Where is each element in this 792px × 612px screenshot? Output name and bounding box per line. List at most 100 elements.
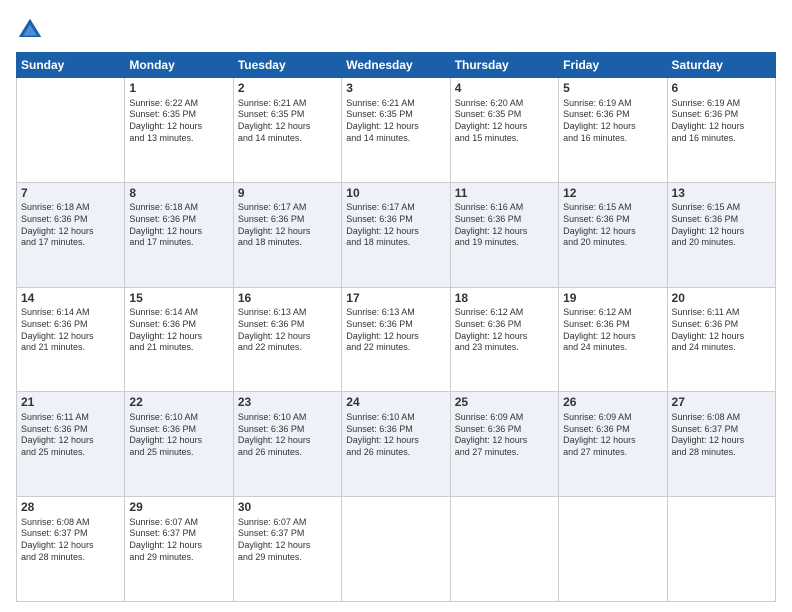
calendar-cell: 17Sunrise: 6:13 AM Sunset: 6:36 PM Dayli… [342,287,450,392]
day-number: 8 [129,186,228,202]
calendar-header-friday: Friday [559,53,667,78]
day-info: Sunrise: 6:18 AM Sunset: 6:36 PM Dayligh… [21,202,120,249]
calendar-header-sunday: Sunday [17,53,125,78]
day-number: 5 [563,81,662,97]
calendar-cell [450,497,558,602]
day-number: 26 [563,395,662,411]
day-number: 23 [238,395,337,411]
day-number: 24 [346,395,445,411]
calendar-header-thursday: Thursday [450,53,558,78]
day-number: 1 [129,81,228,97]
calendar-cell [342,497,450,602]
day-number: 3 [346,81,445,97]
calendar-cell: 30Sunrise: 6:07 AM Sunset: 6:37 PM Dayli… [233,497,341,602]
day-info: Sunrise: 6:15 AM Sunset: 6:36 PM Dayligh… [672,202,771,249]
calendar-header-row: SundayMondayTuesdayWednesdayThursdayFrid… [17,53,776,78]
calendar-cell: 10Sunrise: 6:17 AM Sunset: 6:36 PM Dayli… [342,182,450,287]
day-info: Sunrise: 6:08 AM Sunset: 6:37 PM Dayligh… [672,412,771,459]
day-number: 17 [346,291,445,307]
day-info: Sunrise: 6:13 AM Sunset: 6:36 PM Dayligh… [346,307,445,354]
day-number: 4 [455,81,554,97]
day-number: 29 [129,500,228,516]
calendar-cell: 29Sunrise: 6:07 AM Sunset: 6:37 PM Dayli… [125,497,233,602]
calendar-cell: 14Sunrise: 6:14 AM Sunset: 6:36 PM Dayli… [17,287,125,392]
calendar-cell: 26Sunrise: 6:09 AM Sunset: 6:36 PM Dayli… [559,392,667,497]
calendar-header-saturday: Saturday [667,53,775,78]
calendar-cell: 19Sunrise: 6:12 AM Sunset: 6:36 PM Dayli… [559,287,667,392]
day-info: Sunrise: 6:14 AM Sunset: 6:36 PM Dayligh… [129,307,228,354]
day-info: Sunrise: 6:10 AM Sunset: 6:36 PM Dayligh… [238,412,337,459]
day-info: Sunrise: 6:14 AM Sunset: 6:36 PM Dayligh… [21,307,120,354]
calendar-cell: 18Sunrise: 6:12 AM Sunset: 6:36 PM Dayli… [450,287,558,392]
day-number: 12 [563,186,662,202]
day-info: Sunrise: 6:19 AM Sunset: 6:36 PM Dayligh… [672,98,771,145]
header [16,16,776,44]
calendar-header-wednesday: Wednesday [342,53,450,78]
day-number: 25 [455,395,554,411]
calendar-week-4: 21Sunrise: 6:11 AM Sunset: 6:36 PM Dayli… [17,392,776,497]
calendar-header-monday: Monday [125,53,233,78]
day-info: Sunrise: 6:20 AM Sunset: 6:35 PM Dayligh… [455,98,554,145]
day-info: Sunrise: 6:12 AM Sunset: 6:36 PM Dayligh… [455,307,554,354]
calendar-cell: 12Sunrise: 6:15 AM Sunset: 6:36 PM Dayli… [559,182,667,287]
day-info: Sunrise: 6:07 AM Sunset: 6:37 PM Dayligh… [238,517,337,564]
calendar-cell: 27Sunrise: 6:08 AM Sunset: 6:37 PM Dayli… [667,392,775,497]
calendar-cell: 1Sunrise: 6:22 AM Sunset: 6:35 PM Daylig… [125,78,233,183]
calendar-cell: 5Sunrise: 6:19 AM Sunset: 6:36 PM Daylig… [559,78,667,183]
calendar-cell: 16Sunrise: 6:13 AM Sunset: 6:36 PM Dayli… [233,287,341,392]
day-info: Sunrise: 6:16 AM Sunset: 6:36 PM Dayligh… [455,202,554,249]
day-number: 15 [129,291,228,307]
calendar-table: SundayMondayTuesdayWednesdayThursdayFrid… [16,52,776,602]
calendar-cell: 28Sunrise: 6:08 AM Sunset: 6:37 PM Dayli… [17,497,125,602]
day-info: Sunrise: 6:17 AM Sunset: 6:36 PM Dayligh… [238,202,337,249]
day-info: Sunrise: 6:15 AM Sunset: 6:36 PM Dayligh… [563,202,662,249]
day-number: 21 [21,395,120,411]
day-info: Sunrise: 6:17 AM Sunset: 6:36 PM Dayligh… [346,202,445,249]
calendar-cell [667,497,775,602]
day-info: Sunrise: 6:19 AM Sunset: 6:36 PM Dayligh… [563,98,662,145]
calendar-week-3: 14Sunrise: 6:14 AM Sunset: 6:36 PM Dayli… [17,287,776,392]
day-number: 11 [455,186,554,202]
day-number: 7 [21,186,120,202]
day-info: Sunrise: 6:09 AM Sunset: 6:36 PM Dayligh… [455,412,554,459]
calendar-cell: 2Sunrise: 6:21 AM Sunset: 6:35 PM Daylig… [233,78,341,183]
calendar-cell: 8Sunrise: 6:18 AM Sunset: 6:36 PM Daylig… [125,182,233,287]
day-info: Sunrise: 6:09 AM Sunset: 6:36 PM Dayligh… [563,412,662,459]
day-info: Sunrise: 6:11 AM Sunset: 6:36 PM Dayligh… [672,307,771,354]
day-number: 22 [129,395,228,411]
day-info: Sunrise: 6:12 AM Sunset: 6:36 PM Dayligh… [563,307,662,354]
day-info: Sunrise: 6:22 AM Sunset: 6:35 PM Dayligh… [129,98,228,145]
calendar-cell [17,78,125,183]
calendar-cell: 23Sunrise: 6:10 AM Sunset: 6:36 PM Dayli… [233,392,341,497]
calendar-cell: 25Sunrise: 6:09 AM Sunset: 6:36 PM Dayli… [450,392,558,497]
day-number: 13 [672,186,771,202]
calendar-cell: 24Sunrise: 6:10 AM Sunset: 6:36 PM Dayli… [342,392,450,497]
day-info: Sunrise: 6:10 AM Sunset: 6:36 PM Dayligh… [346,412,445,459]
day-info: Sunrise: 6:10 AM Sunset: 6:36 PM Dayligh… [129,412,228,459]
calendar-cell: 3Sunrise: 6:21 AM Sunset: 6:35 PM Daylig… [342,78,450,183]
day-number: 27 [672,395,771,411]
day-number: 16 [238,291,337,307]
calendar-cell: 4Sunrise: 6:20 AM Sunset: 6:35 PM Daylig… [450,78,558,183]
day-info: Sunrise: 6:07 AM Sunset: 6:37 PM Dayligh… [129,517,228,564]
calendar-cell: 9Sunrise: 6:17 AM Sunset: 6:36 PM Daylig… [233,182,341,287]
day-number: 14 [21,291,120,307]
day-number: 30 [238,500,337,516]
day-number: 10 [346,186,445,202]
calendar-cell: 13Sunrise: 6:15 AM Sunset: 6:36 PM Dayli… [667,182,775,287]
calendar-cell: 20Sunrise: 6:11 AM Sunset: 6:36 PM Dayli… [667,287,775,392]
page: SundayMondayTuesdayWednesdayThursdayFrid… [0,0,792,612]
calendar-week-2: 7Sunrise: 6:18 AM Sunset: 6:36 PM Daylig… [17,182,776,287]
calendar-week-1: 1Sunrise: 6:22 AM Sunset: 6:35 PM Daylig… [17,78,776,183]
calendar-cell [559,497,667,602]
day-number: 20 [672,291,771,307]
calendar-cell: 7Sunrise: 6:18 AM Sunset: 6:36 PM Daylig… [17,182,125,287]
day-info: Sunrise: 6:13 AM Sunset: 6:36 PM Dayligh… [238,307,337,354]
logo [16,16,48,44]
day-number: 19 [563,291,662,307]
calendar-week-5: 28Sunrise: 6:08 AM Sunset: 6:37 PM Dayli… [17,497,776,602]
day-number: 28 [21,500,120,516]
day-info: Sunrise: 6:08 AM Sunset: 6:37 PM Dayligh… [21,517,120,564]
calendar-cell: 21Sunrise: 6:11 AM Sunset: 6:36 PM Dayli… [17,392,125,497]
day-info: Sunrise: 6:11 AM Sunset: 6:36 PM Dayligh… [21,412,120,459]
